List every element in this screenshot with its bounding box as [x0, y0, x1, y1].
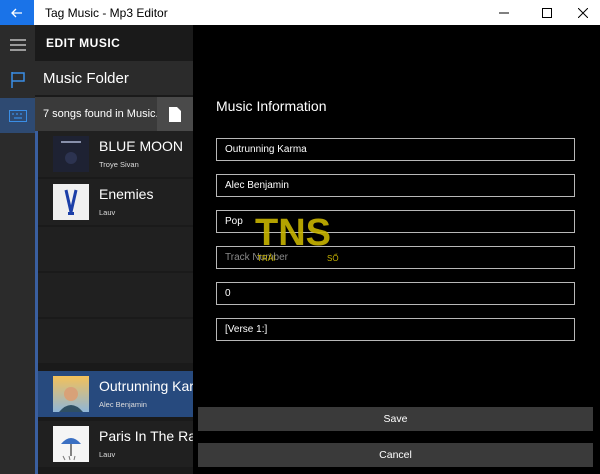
music-folder-button[interactable]: Music Folder	[35, 61, 193, 95]
nav-rail	[0, 25, 35, 474]
song-title: Enemies	[99, 186, 154, 202]
save-button[interactable]: Save	[198, 407, 593, 431]
song-title: Outrunning Karma	[99, 378, 193, 394]
hamburger-menu-icon	[9, 38, 26, 51]
song-title: Paris In The Rain	[99, 428, 193, 444]
document-icon	[169, 106, 181, 122]
lyrics-field[interactable]	[216, 318, 575, 341]
pane-header: EDIT MUSIC	[46, 36, 121, 50]
menu-button[interactable]	[0, 27, 35, 62]
song-title: BLUE MOON	[99, 138, 184, 154]
cancel-button[interactable]: Cancel	[198, 443, 593, 467]
artist-field[interactable]	[216, 174, 575, 197]
rail-item-keyboard[interactable]	[0, 98, 35, 133]
song-artist: Lauv	[99, 208, 116, 217]
list-item-song[interactable]: BLUE MOON Troye Sivan	[35, 131, 193, 177]
list-item-song[interactable]: Enemies Lauv	[35, 179, 193, 225]
song-artist: Troye Sivan	[99, 160, 139, 169]
album-art-image	[53, 376, 89, 412]
edit-music-pane: EDIT MUSIC Music Folder 7 songs found in…	[35, 25, 193, 474]
arrow-left-icon	[11, 8, 22, 17]
close-button[interactable]	[566, 0, 600, 25]
section-title: Music Information	[216, 98, 327, 114]
title-field[interactable]	[216, 138, 575, 161]
watermark-sub-right: SỐ	[327, 253, 339, 263]
album-art	[53, 376, 89, 412]
list-accent-bar	[35, 131, 38, 474]
open-file-button[interactable]	[157, 97, 193, 131]
album-art-image	[53, 426, 89, 462]
song-artist: Alec Benjamin	[99, 400, 147, 409]
rail-item-flag[interactable]	[0, 62, 35, 97]
window-title: Tag Music - Mp3 Editor	[45, 6, 168, 20]
list-item-empty	[35, 319, 193, 363]
list-item-song-selected[interactable]: Outrunning Karma Alec Benjamin	[35, 371, 193, 417]
album-art	[53, 426, 89, 462]
close-icon	[578, 7, 588, 18]
album-art	[53, 184, 89, 220]
maximize-button[interactable]	[530, 0, 564, 25]
keyboard-icon	[8, 109, 27, 122]
album-art	[53, 136, 89, 172]
list-item-empty	[35, 227, 193, 271]
watermark-logo: TNS TRẢI SỐ	[255, 212, 347, 264]
song-list: BLUE MOON Troye Sivan Enemies Lauv Outru…	[35, 131, 193, 474]
list-item-song[interactable]: Paris In The Rain Lauv	[35, 421, 193, 467]
watermark-sub-left: TRẢI	[257, 254, 275, 263]
song-artist: Lauv	[99, 450, 116, 459]
minimize-button[interactable]	[487, 0, 521, 25]
minimize-icon	[499, 12, 509, 13]
year-field[interactable]	[216, 282, 575, 305]
flag-icon	[10, 71, 25, 88]
back-button[interactable]	[0, 0, 34, 25]
album-art-image	[53, 184, 89, 220]
album-art-image	[53, 136, 89, 172]
watermark-text: TNS	[255, 212, 331, 254]
maximize-icon	[542, 7, 552, 18]
list-item-empty	[35, 273, 193, 317]
title-bar: Tag Music - Mp3 Editor	[0, 0, 600, 25]
